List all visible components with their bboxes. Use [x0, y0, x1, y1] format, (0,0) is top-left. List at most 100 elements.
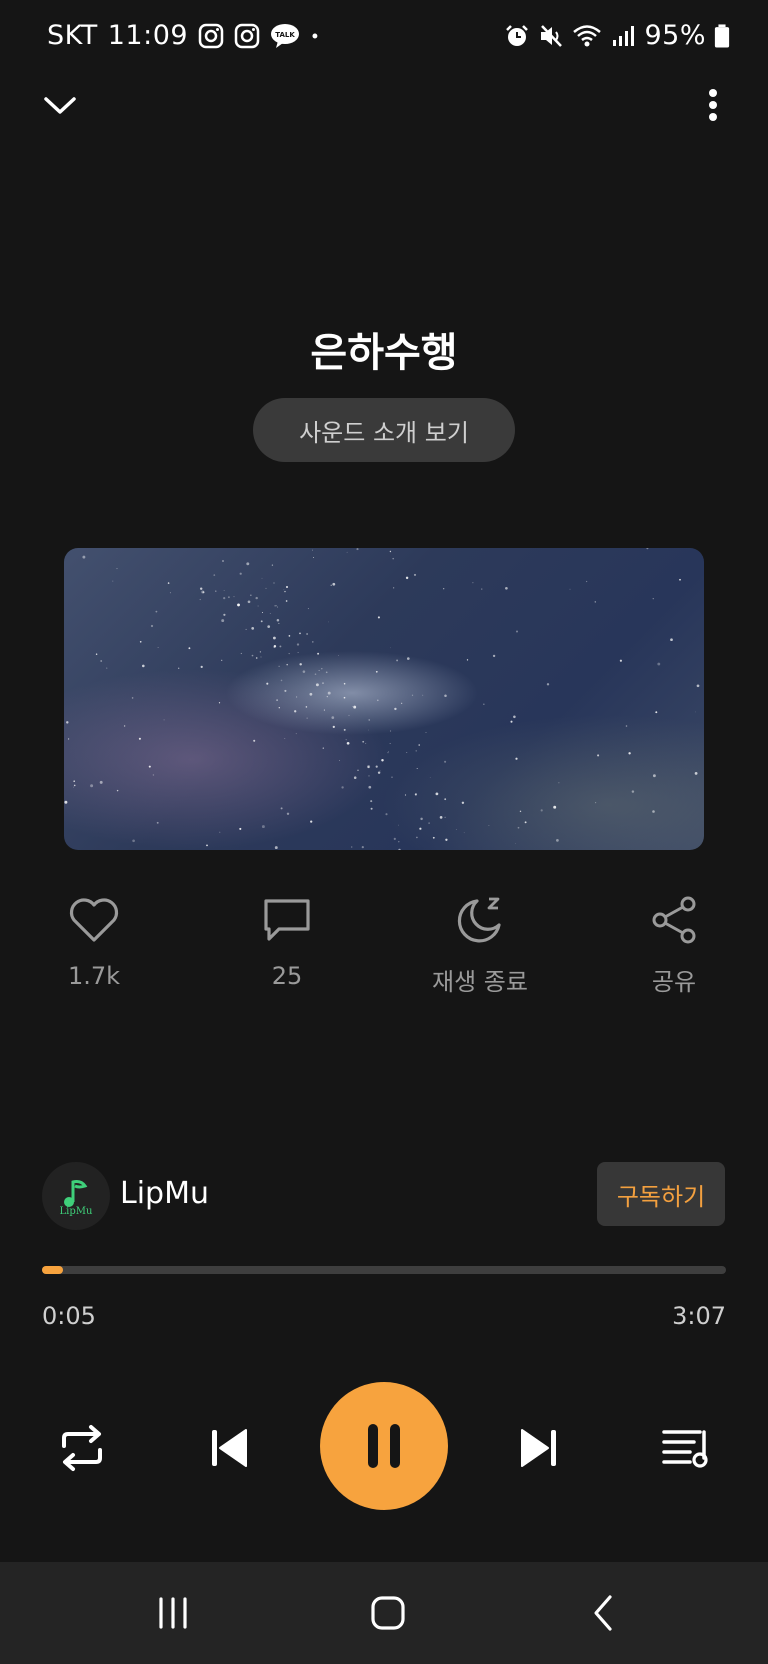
star — [406, 751, 408, 753]
star — [131, 697, 134, 699]
back-button[interactable] — [554, 1562, 654, 1664]
star — [556, 839, 559, 842]
star — [221, 619, 225, 623]
star — [367, 765, 371, 769]
kakao-label: TALK — [275, 31, 295, 39]
star — [273, 646, 276, 649]
sleep-timer-icon — [457, 897, 501, 943]
star — [513, 715, 516, 719]
star — [219, 831, 221, 833]
star — [670, 638, 673, 642]
star — [418, 744, 420, 746]
star — [517, 826, 520, 829]
star — [472, 582, 474, 584]
previous-icon — [212, 1429, 247, 1467]
star — [163, 719, 165, 721]
pause-button[interactable] — [320, 1382, 448, 1510]
star — [368, 785, 372, 789]
star — [99, 780, 103, 784]
star — [305, 706, 308, 708]
instagram-icon — [198, 23, 224, 48]
star — [331, 716, 335, 719]
collapse-button[interactable] — [38, 84, 82, 128]
star — [255, 657, 258, 659]
next-button[interactable] — [506, 1416, 570, 1480]
star — [202, 591, 205, 594]
star — [368, 719, 370, 721]
star — [505, 586, 508, 590]
progress-bar[interactable] — [42, 1266, 726, 1274]
star — [261, 611, 264, 614]
home-button[interactable] — [338, 1562, 438, 1664]
star — [631, 790, 635, 793]
subscribe-button[interactable]: 구독하기 — [597, 1162, 725, 1226]
star — [312, 641, 314, 643]
comment-button[interactable]: 25 — [227, 890, 347, 990]
star — [332, 582, 336, 586]
star — [200, 665, 203, 669]
star — [411, 694, 414, 696]
star — [302, 670, 306, 673]
star — [306, 717, 308, 719]
channel-name[interactable]: LipMu — [120, 1176, 209, 1211]
star — [546, 683, 550, 686]
star — [213, 574, 216, 576]
star — [343, 696, 346, 699]
star — [66, 721, 69, 724]
instagram-icon — [234, 23, 260, 48]
star — [73, 784, 76, 787]
status-bar: SKT 11:09 TALK 95% — [0, 0, 768, 76]
star — [275, 605, 277, 607]
star — [443, 588, 445, 590]
star — [199, 587, 203, 590]
star — [345, 739, 347, 741]
recent-apps-button[interactable] — [123, 1562, 223, 1664]
star — [233, 596, 235, 598]
star — [286, 663, 288, 666]
star — [261, 577, 263, 579]
alarm-icon — [506, 24, 529, 46]
channel-avatar[interactable]: LipMu — [42, 1162, 110, 1230]
sound-intro-button[interactable]: 사운드 소개 보기 — [253, 398, 515, 462]
player-screen: SKT 11:09 TALK 95% 은하수행 사운드 소개 보기 1.7k 2… — [0, 0, 768, 1664]
signal-icon — [613, 25, 635, 46]
sleep-timer-button[interactable]: 재생 종료 — [420, 890, 540, 997]
star — [148, 765, 151, 768]
previous-button[interactable] — [198, 1416, 262, 1480]
star — [524, 821, 527, 824]
star — [156, 821, 159, 824]
more-options-button[interactable] — [698, 84, 728, 128]
star — [597, 754, 600, 757]
star — [326, 696, 328, 698]
star — [276, 699, 278, 701]
star — [255, 596, 258, 600]
star — [330, 584, 332, 586]
star — [269, 612, 271, 614]
playlist-button[interactable] — [654, 1416, 718, 1480]
share-button[interactable]: 공유 — [614, 890, 734, 997]
star — [132, 839, 135, 843]
star — [401, 702, 403, 704]
star — [297, 652, 299, 654]
star — [492, 654, 496, 658]
status-right: 95% — [504, 20, 730, 51]
star — [368, 775, 370, 777]
star — [646, 548, 649, 550]
star — [625, 725, 628, 727]
star — [679, 578, 681, 581]
like-button[interactable]: 1.7k — [34, 890, 154, 990]
star — [253, 739, 256, 742]
star — [285, 600, 288, 602]
current-time: 0:05 — [42, 1302, 96, 1330]
comment-icon — [264, 899, 310, 941]
star — [271, 564, 274, 566]
star — [284, 737, 286, 739]
star — [152, 774, 155, 776]
star — [299, 663, 302, 666]
star — [313, 557, 315, 559]
star — [322, 682, 324, 684]
repeat-button[interactable] — [50, 1416, 114, 1480]
star — [278, 622, 280, 624]
star — [341, 786, 344, 789]
star — [370, 807, 373, 810]
